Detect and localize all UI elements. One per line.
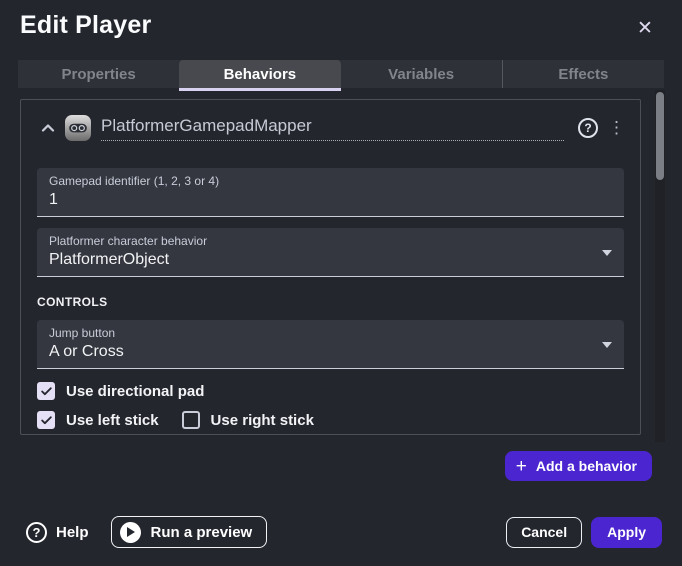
help-icon: ? [26, 522, 47, 543]
field-label: Platformer character behavior [49, 234, 612, 248]
tab-variables[interactable]: Variables [341, 60, 502, 88]
field-value: A or Cross [49, 342, 612, 361]
close-icon: ✕ [637, 17, 653, 40]
platformer-behavior-select[interactable]: Platformer character behavior Platformer… [37, 228, 624, 277]
scrollbar-thumb[interactable] [656, 92, 664, 180]
checkbox-use-directional-pad[interactable]: Use directional pad [37, 382, 204, 400]
run-preview-label: Run a preview [151, 524, 253, 541]
cancel-button[interactable]: Cancel [506, 517, 582, 548]
gamepad-identifier-field[interactable]: Gamepad identifier (1, 2, 3 or 4) 1 [37, 168, 624, 217]
checkbox-unchecked[interactable] [182, 411, 200, 429]
controls-section-title: CONTROLS [37, 295, 624, 309]
checkbox-row: Use left stick Use right stick [37, 411, 624, 429]
checkbox-label: Use right stick [211, 412, 314, 429]
tab-properties[interactable]: Properties [18, 60, 179, 88]
field-label: Jump button [49, 326, 612, 340]
close-button[interactable]: ✕ [632, 15, 658, 41]
plus-icon: + [516, 457, 527, 476]
behavior-card: PlatformerGamepadMapper ? ⋮ Gamepad iden… [20, 99, 641, 435]
edit-player-dialog: Edit Player ✕ Properties Behaviors Varia… [0, 0, 682, 566]
play-icon [120, 522, 141, 543]
tab-effects[interactable]: Effects [502, 60, 664, 88]
checkmark-icon [40, 414, 53, 427]
field-value: 1 [49, 190, 612, 209]
chevron-down-icon [602, 342, 612, 348]
help-label: Help [56, 524, 89, 541]
kebab-menu-icon[interactable]: ⋮ [608, 117, 624, 139]
checkbox-row: Use directional pad [37, 382, 624, 400]
behavior-card-header: PlatformerGamepadMapper ? ⋮ [21, 100, 640, 142]
checkbox-checked[interactable] [37, 382, 55, 400]
field-label: Gamepad identifier (1, 2, 3 or 4) [49, 174, 612, 188]
checkbox-use-right-stick[interactable]: Use right stick [182, 411, 314, 429]
jump-button-select[interactable]: Jump button A or Cross [37, 320, 624, 369]
behavior-help-button[interactable]: ? [578, 118, 598, 138]
gamepad-icon [65, 115, 91, 141]
run-preview-button[interactable]: Run a preview [111, 516, 268, 548]
checkmark-icon [40, 385, 53, 398]
help-button[interactable]: ? Help [20, 522, 95, 543]
apply-button[interactable]: Apply [591, 517, 662, 548]
checkbox-use-left-stick[interactable]: Use left stick [37, 411, 159, 429]
chevron-up-icon [40, 120, 56, 136]
tab-bar: Properties Behaviors Variables Effects [18, 60, 664, 88]
checkbox-label: Use left stick [66, 412, 159, 429]
checkbox-label: Use directional pad [66, 383, 204, 400]
chevron-down-icon [602, 250, 612, 256]
add-behavior-label: Add a behavior [536, 458, 637, 474]
page-title: Edit Player [20, 11, 151, 40]
tab-behaviors[interactable]: Behaviors [179, 60, 340, 88]
add-behavior-button[interactable]: + Add a behavior [505, 451, 652, 481]
footer-bar: ? Help Run a preview Cancel Apply [20, 516, 662, 548]
field-value: PlatformerObject [49, 250, 612, 269]
collapse-button[interactable] [37, 117, 59, 139]
checkbox-checked[interactable] [37, 411, 55, 429]
behavior-name-field[interactable]: PlatformerGamepadMapper [101, 116, 564, 141]
help-icon: ? [584, 121, 591, 135]
